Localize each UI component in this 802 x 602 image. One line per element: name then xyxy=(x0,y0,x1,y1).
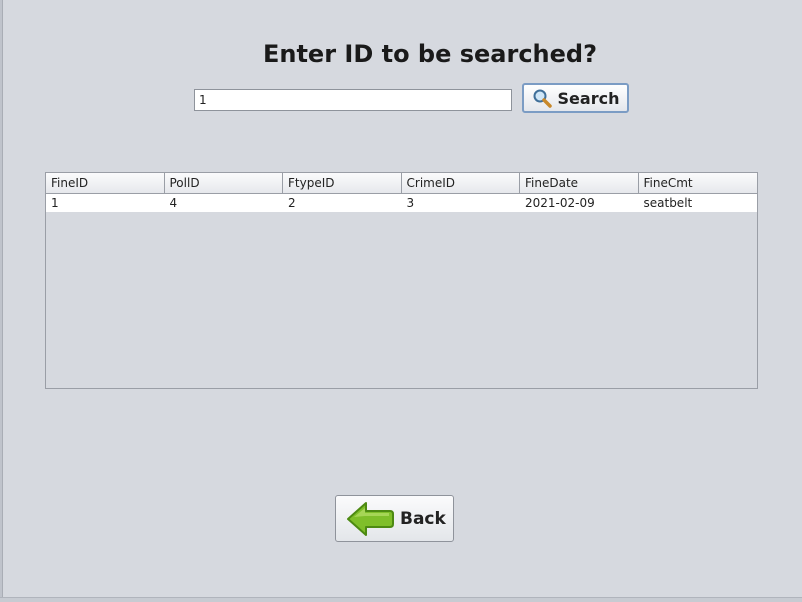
results-table[interactable]: FineID PollD FtypeID CrimeID FineDate Fi… xyxy=(45,172,758,389)
magnifier-icon xyxy=(532,88,554,108)
search-button[interactable]: Search xyxy=(522,83,629,113)
cell-crimeid: 3 xyxy=(406,196,415,210)
column-header-finedate[interactable]: FineDate xyxy=(520,173,639,193)
table-row[interactable]: 1 4 2 3 2021-02-09 seatbelt xyxy=(46,194,757,212)
back-button[interactable]: Back xyxy=(335,495,454,542)
cell-finedate: 2021-02-09 xyxy=(525,196,595,210)
search-button-label: Search xyxy=(557,88,620,108)
cell-polld: 4 xyxy=(169,196,178,210)
search-input[interactable] xyxy=(194,89,512,111)
cell-fineid: 1 xyxy=(51,196,59,210)
column-header-fineid[interactable]: FineID xyxy=(46,173,165,193)
column-header-finecmt[interactable]: FineCmt xyxy=(639,173,758,193)
column-header-crimeid[interactable]: CrimeID xyxy=(402,173,520,193)
table-header: FineID PollD FtypeID CrimeID FineDate Fi… xyxy=(46,173,757,194)
column-header-ftypeid[interactable]: FtypeID xyxy=(283,173,402,193)
window-bottom-edge xyxy=(0,597,802,602)
back-button-label: Back xyxy=(400,508,446,529)
green-left-arrow-icon xyxy=(346,500,394,538)
page-title: Enter ID to be searched? xyxy=(262,40,598,68)
cell-finecmt: seatbelt xyxy=(643,196,693,210)
cell-ftypeid: 2 xyxy=(288,196,296,210)
column-header-polld[interactable]: PollD xyxy=(165,173,283,193)
window-left-edge xyxy=(0,0,3,601)
